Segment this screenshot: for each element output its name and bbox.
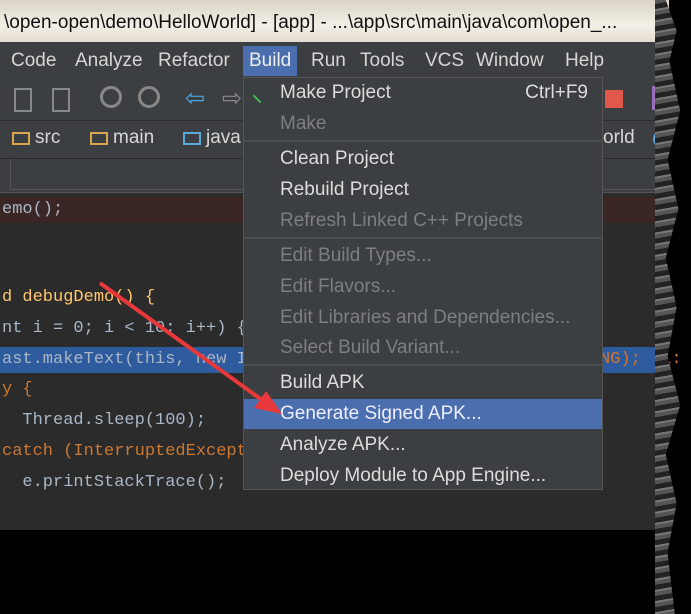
arrow-head-icon	[254, 391, 282, 414]
arrow-shaft	[98, 281, 264, 402]
annotation-arrow	[98, 281, 282, 414]
